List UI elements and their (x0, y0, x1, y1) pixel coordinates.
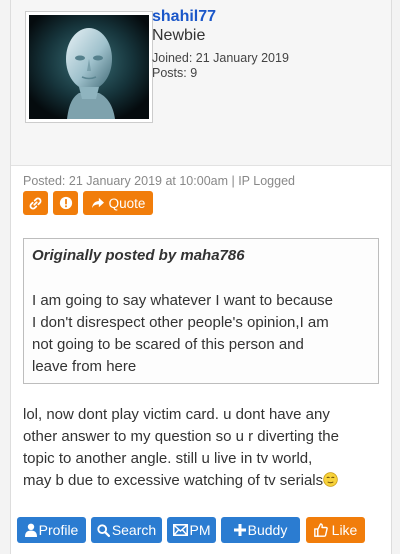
share-arrow-icon (91, 197, 104, 209)
report-button[interactable] (53, 191, 78, 215)
quote-header: Originally posted by maha786 (32, 247, 245, 264)
message-line-last: may b due to excessive watching of tv se… (23, 470, 393, 492)
alert-icon (59, 196, 72, 210)
quote-text: I am going to say whatever I want to bec… (32, 290, 374, 378)
quote-block: Originally posted by maha786 I am going … (23, 238, 379, 384)
profile-button[interactable]: Profile (17, 517, 86, 543)
message-line: topic to another angle. still u live in … (23, 450, 313, 467)
link-icon (29, 197, 42, 209)
search-button[interactable]: Search (91, 517, 162, 543)
permalink-button[interactable] (23, 191, 48, 215)
message-line: may b due to excessive watching of tv se… (23, 472, 324, 489)
message-line: lol, now dont play victim card. u dont h… (23, 406, 330, 423)
pm-button-label: PM (189, 522, 211, 538)
like-button-label: Like (331, 522, 358, 538)
quote-line: I don't disrespect other people's opinio… (32, 314, 329, 331)
quote-button[interactable]: Quote (83, 191, 153, 215)
avatar-image (29, 15, 149, 119)
add-buddy-button[interactable]: Buddy (221, 517, 300, 543)
quote-line: I am going to say whatever I want to bec… (32, 292, 334, 309)
quote-line: leave from here (32, 358, 137, 375)
author-rank: Newbie (152, 27, 206, 44)
plus-icon (233, 524, 246, 536)
search-button-label: Search (111, 522, 157, 538)
profile-button-label: Profile (38, 522, 79, 538)
message-line: other answer to my question so u r diver… (23, 428, 339, 445)
post-timestamp: Posted: 21 January 2019 at 10:00am | IP … (23, 174, 295, 188)
forum-post: shahil77 Newbie Joined: 21 January 2019 … (10, 0, 392, 554)
pm-button[interactable]: PM (167, 517, 216, 543)
thumbs-up-icon (313, 523, 328, 537)
user-icon (24, 523, 37, 537)
author-post-count: Posts: 9 (152, 66, 198, 80)
author-profile: shahil77 Newbie Joined: 21 January 2019 … (11, 0, 391, 166)
post-message: lol, now dont play victim card. u dont h… (23, 404, 393, 492)
avatar[interactable] (25, 11, 153, 123)
emoji-icon (323, 472, 338, 487)
search-icon (97, 523, 110, 537)
author-username[interactable]: shahil77 (152, 8, 216, 26)
buddy-button-label: Buddy (247, 522, 288, 538)
quote-line: not going to be scared of this person an… (32, 336, 304, 353)
author-joined: Joined: 21 January 2019 (152, 51, 289, 65)
quote-button-label: Quote (108, 195, 146, 211)
mail-icon (172, 524, 188, 536)
like-button[interactable]: Like (306, 517, 365, 543)
